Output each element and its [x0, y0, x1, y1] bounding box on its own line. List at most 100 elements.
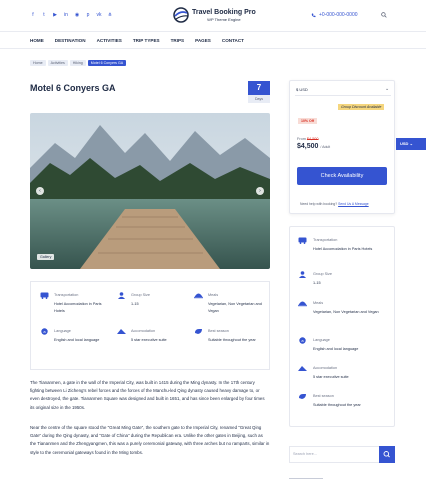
logo-globe-icon	[173, 7, 189, 23]
group-icon	[299, 271, 306, 278]
booking-help: Need help with booking? Send Us A Messag…	[300, 202, 369, 206]
nav-home[interactable]: HOME	[30, 38, 44, 43]
info-title: Best season	[313, 394, 334, 398]
info-value: Hotel Accomodation in Paris Hotels	[313, 247, 373, 251]
feature-value: 1-15	[131, 302, 139, 306]
language-icon: a	[41, 328, 48, 335]
info-title: Transportation	[313, 238, 338, 242]
send-message-link[interactable]: Send Us A Message	[338, 202, 369, 206]
gallery-button[interactable]: Gallery	[37, 254, 55, 260]
feature-value: Vegetarian, Non Vegetarian and Vegan	[208, 302, 262, 313]
linkedin-icon[interactable]: in	[63, 12, 69, 18]
duration-label: Days	[255, 97, 263, 101]
main-nav: HOME DESTINATION ACTIVITIES TRIP TYPES T…	[30, 38, 244, 43]
bus-icon	[40, 292, 49, 299]
phone-icon	[311, 13, 316, 17]
old-price: $4,500	[306, 137, 319, 141]
currency-select-value: $ USD	[296, 87, 308, 92]
help-text: Need help with booking?	[300, 202, 338, 206]
nav-trips[interactable]: TRIPS	[171, 38, 185, 43]
season-icon	[195, 329, 202, 334]
check-availability-button[interactable]: Check Availability	[297, 167, 387, 185]
from-label: From	[297, 137, 306, 141]
group-icon	[118, 292, 125, 299]
info-title: Language	[313, 338, 330, 342]
price-unit: / Adult	[320, 145, 331, 149]
sale-badge: 10% Off	[298, 118, 318, 124]
meals-icon	[194, 293, 203, 299]
feature-title: Meals	[208, 293, 219, 297]
group-discount-badge: Group Discount Available	[338, 104, 385, 110]
info-title: Accomodation	[313, 366, 338, 370]
feature-title: Transportation	[54, 293, 79, 297]
nav-trip-types[interactable]: TRIP TYPES	[133, 38, 160, 43]
nav-destination[interactable]: DESTINATION	[55, 38, 86, 43]
breadcrumb-home[interactable]: Home	[30, 60, 46, 66]
search-icon	[383, 451, 390, 458]
info-value: Suitable throughout the year	[313, 403, 361, 407]
accomodation-icon	[298, 366, 307, 371]
trip-price: $4,500 / Adult	[297, 143, 330, 150]
feature-value: 5 star executive suite	[131, 338, 167, 342]
nav-pages[interactable]: PAGES	[195, 38, 211, 43]
site-logo[interactable]: Travel Booking Pro WP Theme Engine	[173, 7, 256, 23]
feature-title: Accomodation	[131, 329, 156, 333]
sidebar-search-button[interactable]	[379, 446, 395, 463]
info-title: Meals	[313, 301, 324, 305]
youtube-icon[interactable]: ▶	[52, 12, 58, 18]
twitter-icon[interactable]: t	[41, 12, 47, 18]
info-value: 1-15	[313, 281, 321, 285]
season-icon	[299, 394, 306, 399]
info-value: 5 star executive suite	[313, 375, 349, 379]
breadcrumb-hiking[interactable]: Hiking	[69, 60, 86, 66]
vk-icon[interactable]: vk	[96, 12, 102, 18]
feature-title: Language	[54, 329, 71, 333]
nav-activities[interactable]: ACTIVITIES	[97, 38, 122, 43]
feature-value: Hotel Accomodation in Paris Hotels	[54, 302, 102, 313]
pinterest-icon[interactable]: p	[85, 12, 91, 18]
instagram-icon[interactable]: ◉	[74, 12, 80, 18]
trip-hero-image[interactable]	[30, 113, 270, 269]
search-icon[interactable]	[381, 12, 387, 18]
nav-contact[interactable]: CONTACT	[222, 38, 244, 43]
phone-link[interactable]: +0-000-000-0000	[311, 12, 358, 18]
page-title: Motel 6 Conyers GA	[30, 83, 116, 93]
description-paragraph: Near the centre of the square stood the …	[30, 425, 270, 455]
share-icon[interactable]: ⋔	[107, 12, 113, 18]
info-value: English and local language	[313, 347, 359, 351]
duration-number: 7	[248, 81, 270, 95]
logo-subtitle: WP Theme Engine	[207, 16, 241, 22]
currency-tab-label: USD	[400, 141, 409, 146]
sidebar-widget-title-line	[289, 478, 323, 479]
currency-switcher-tab[interactable]: USD ⌄	[396, 138, 426, 150]
breadcrumb: Home Activities Hiking Motel 6 Conyers G…	[30, 60, 127, 66]
social-links: f t ▶ in ◉ p vk ⋔	[30, 12, 113, 18]
logo-title: Travel Booking Pro	[192, 8, 256, 16]
duration-badge: 7 Days	[248, 81, 270, 103]
slider-prev-button[interactable]: ‹	[36, 187, 44, 195]
info-value: Vegetarian, Non Vegetarian and Vegan	[313, 310, 379, 314]
breadcrumb-current: Motel 6 Conyers GA	[87, 60, 127, 66]
sidebar-search-input[interactable]: Search here...	[289, 446, 379, 463]
slider-next-button[interactable]: ›	[256, 187, 264, 195]
meals-icon	[298, 301, 307, 307]
from-price-line: From $4,500	[297, 137, 319, 141]
feature-value: English and local language	[54, 338, 100, 342]
language-icon: a	[299, 337, 306, 344]
bus-icon	[298, 237, 307, 244]
nav-divider	[0, 48, 426, 49]
currency-select[interactable]: $ USD ⌄	[295, 84, 391, 96]
feature-value: Suitable throughout the year	[208, 338, 256, 342]
phone-number: +0-000-000-0000	[319, 12, 358, 18]
feature-title: Best season	[208, 329, 229, 333]
price-value: $4,500	[297, 143, 319, 150]
chevron-down-icon: ⌄	[385, 86, 390, 92]
breadcrumb-activities[interactable]: Activities	[47, 60, 68, 66]
description-paragraph: The Tiananmen, a gate in the wall of the…	[30, 380, 265, 410]
feature-title: Group Size	[131, 293, 150, 297]
chevron-down-icon: ⌄	[409, 141, 413, 146]
top-header: f t ▶ in ◉ p vk ⋔ Travel Booking Pro WP …	[0, 0, 426, 32]
info-title: Group Size	[313, 272, 332, 276]
accomodation-icon	[117, 329, 126, 334]
facebook-icon[interactable]: f	[30, 12, 36, 18]
